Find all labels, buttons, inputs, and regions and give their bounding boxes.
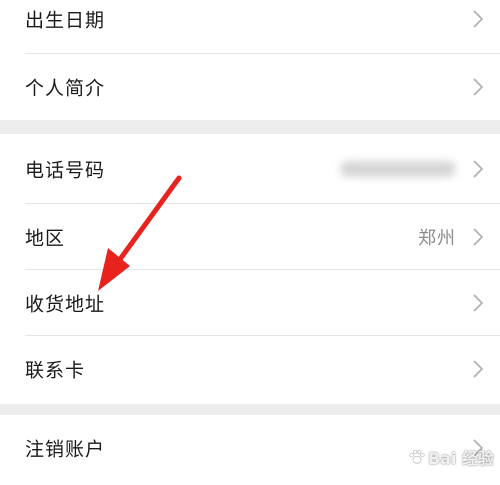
phone-number-value-blurred <box>340 161 456 177</box>
row-region[interactable]: 地区 郑州 <box>0 204 500 270</box>
group-basic-info: 出生日期 个人简介 <box>0 0 500 120</box>
row-label: 联系卡 <box>25 359 86 382</box>
profile-settings-screen: 出生日期 个人简介 电话号码 地区 郑州 收货地址 联系卡 注销账户 Bai 经… <box>0 0 500 485</box>
row-birthday[interactable]: 出生日期 <box>0 0 500 52</box>
row-contact-card[interactable]: 联系卡 <box>0 336 500 402</box>
region-value: 郑州 <box>418 228 456 249</box>
watermark-text: Bai 经验 <box>427 449 494 468</box>
chevron-right-icon <box>473 228 483 246</box>
paw-logo-icon <box>409 449 425 464</box>
baidu-jingyan-watermark: Bai 经验 <box>408 445 494 469</box>
row-phone-number[interactable]: 电话号码 <box>0 136 500 202</box>
row-label: 注销账户 <box>25 438 106 461</box>
chevron-right-icon <box>473 10 483 28</box>
group-contact-info: 电话号码 地区 郑州 收货地址 联系卡 <box>0 134 500 404</box>
row-bio[interactable]: 个人简介 <box>0 54 500 120</box>
row-label: 个人简介 <box>25 77 106 100</box>
row-label: 电话号码 <box>25 159 106 182</box>
row-label: 地区 <box>25 227 66 250</box>
chevron-right-icon <box>473 78 483 96</box>
row-shipping-address[interactable]: 收货地址 <box>0 270 500 336</box>
chevron-right-icon <box>473 160 483 178</box>
row-label: 出生日期 <box>25 9 106 32</box>
row-label: 收货地址 <box>25 293 106 316</box>
chevron-right-icon <box>473 294 483 312</box>
chevron-right-icon <box>473 360 483 378</box>
